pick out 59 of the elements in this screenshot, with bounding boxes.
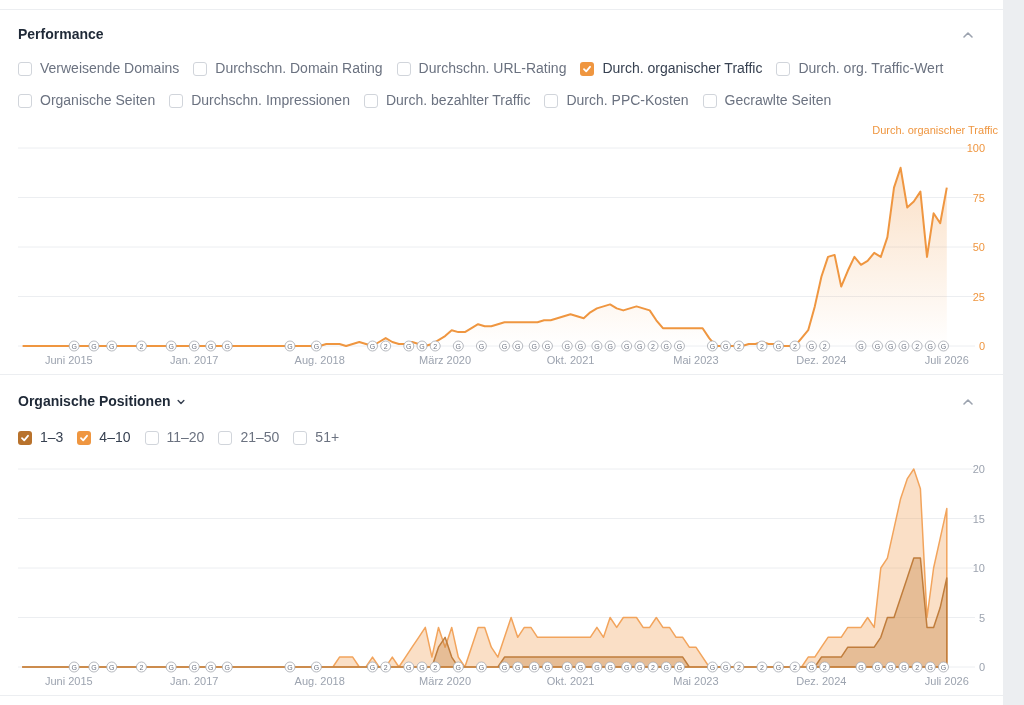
x-tick-label: Juni 2015 <box>44 675 93 687</box>
x-tick-label: Aug. 2018 <box>294 354 345 366</box>
checkbox[interactable] <box>363 93 378 108</box>
checkbox-option[interactable]: Durchschn. Domain Rating <box>193 58 383 79</box>
checkbox-option[interactable]: Durch. PPC-Kosten <box>544 90 689 111</box>
x-tick-label: Dez. 2024 <box>796 354 847 366</box>
y-tick-label: 0 <box>978 340 985 352</box>
x-tick-label: Mai 2023 <box>673 675 719 687</box>
checkbox[interactable] <box>218 430 233 445</box>
x-tick-label: Juni 2015 <box>44 354 93 366</box>
checkbox-option[interactable]: Durch. bezahlter Traffic <box>363 90 531 111</box>
checkbox[interactable] <box>18 430 32 445</box>
checkbox-option[interactable]: Durchschn. URL-Rating <box>396 58 567 79</box>
legend-label: Durch. organischer Traffic <box>872 123 998 138</box>
x-tick-label: Mai 2023 <box>673 354 719 366</box>
checkbox[interactable] <box>293 430 308 445</box>
checkbox-option[interactable]: Gecrawlte Seiten <box>702 90 832 111</box>
y-tick-label: 25 <box>972 290 985 303</box>
x-tick-label: Jan. 2017 <box>170 354 219 366</box>
x-tick-label: Aug. 2018 <box>294 675 345 687</box>
y-tick-label: 50 <box>972 241 985 253</box>
y-tick-label: 5 <box>978 611 985 624</box>
x-tick-label: Okt. 2021 <box>546 354 595 366</box>
checkbox-option[interactable]: Durch. org. Traffic-Wert <box>776 58 944 79</box>
checkbox[interactable] <box>702 93 717 108</box>
x-tick-label: Okt. 2021 <box>546 675 595 687</box>
checkbox[interactable] <box>580 61 595 76</box>
checkbox-option[interactable]: Verweisende Domains <box>18 58 180 79</box>
checkbox[interactable] <box>18 61 32 76</box>
checkbox-option[interactable]: 4–10 <box>77 427 131 448</box>
y-tick-label: 10 <box>972 562 985 574</box>
checkbox-option[interactable]: 51+ <box>293 427 340 448</box>
checkbox[interactable] <box>396 61 411 76</box>
checkbox[interactable] <box>193 61 208 76</box>
checkbox[interactable] <box>544 93 559 108</box>
x-tick-label: März 2020 <box>419 675 472 687</box>
y-tick-label: 15 <box>972 512 985 525</box>
checkbox-option[interactable]: Durchschn. Impressionen <box>169 90 350 111</box>
checkbox-option[interactable]: Organische Seiten <box>18 90 156 111</box>
x-tick-label: März 2020 <box>419 354 472 366</box>
section-title: Organische Positionen <box>18 392 171 411</box>
checkbox[interactable] <box>77 430 92 445</box>
checkbox-option[interactable]: 21–50 <box>218 427 280 448</box>
x-tick-label: Dez. 2024 <box>796 675 847 687</box>
x-tick-label: Juli 2026 <box>924 354 969 366</box>
checkbox-option[interactable]: 11–20 <box>144 427 205 448</box>
checkbox-option[interactable]: 1–3 <box>18 427 64 448</box>
y-tick-label: 20 <box>972 463 985 475</box>
x-tick-label: Jan. 2017 <box>170 675 219 687</box>
y-tick-label: 0 <box>978 661 985 673</box>
checkbox[interactable] <box>169 93 184 108</box>
y-tick-label: 75 <box>972 191 985 204</box>
checkbox[interactable] <box>776 61 791 76</box>
y-tick-label: 100 <box>966 142 985 154</box>
checkbox[interactable] <box>144 430 159 445</box>
section-title: Performance <box>18 25 104 44</box>
checkbox-option[interactable]: Durch. organischer Traffic <box>580 58 763 79</box>
x-tick-label: Juli 2026 <box>924 675 969 687</box>
checkbox[interactable] <box>18 93 32 108</box>
